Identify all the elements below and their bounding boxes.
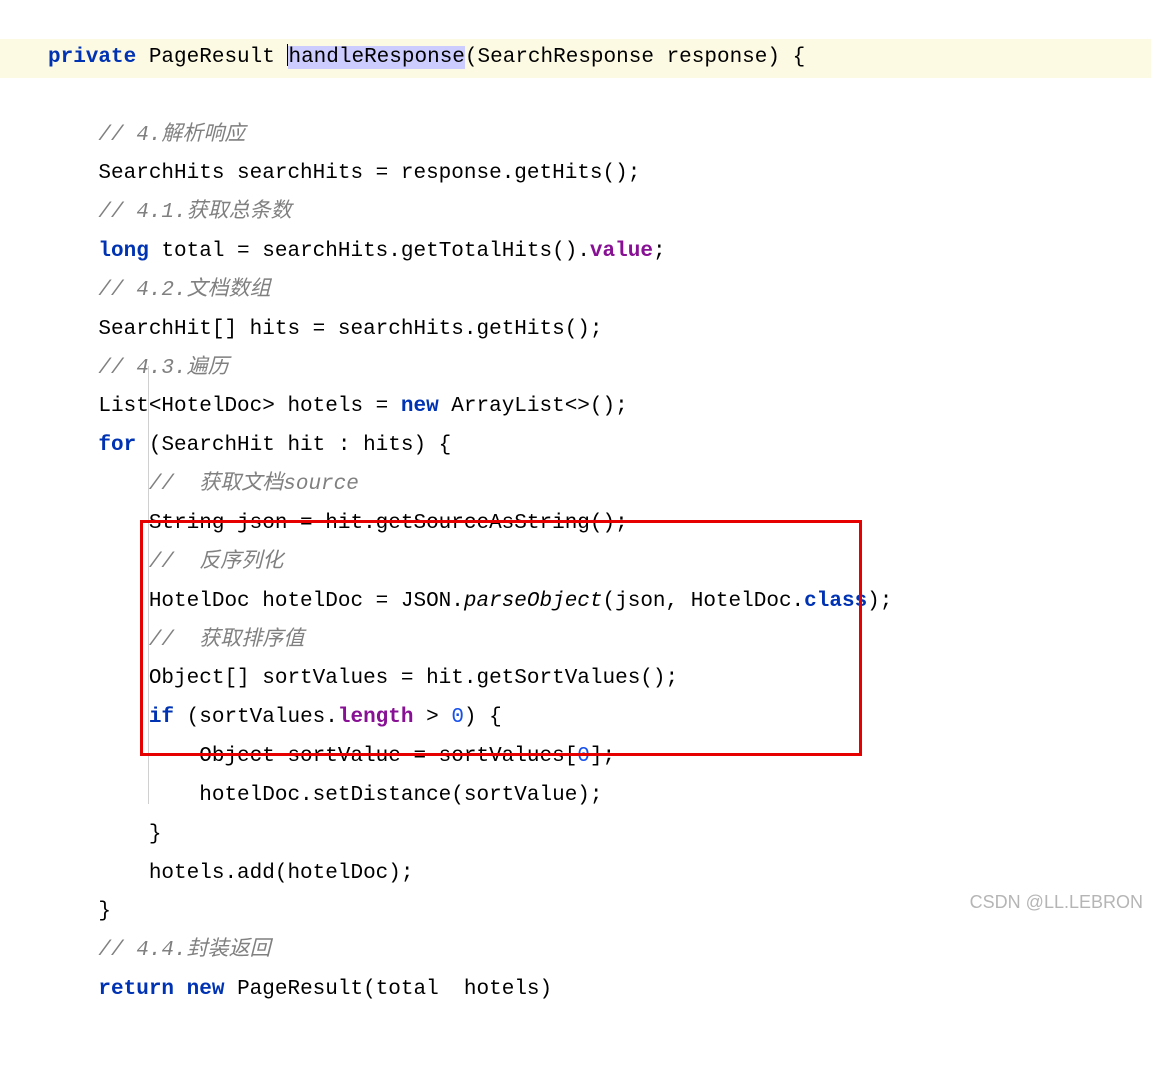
code-fragment: ; <box>653 240 666 263</box>
comment-line: // 获取文档source <box>149 473 359 496</box>
code-fragment: (SearchHit hit : hits) { <box>136 434 451 457</box>
keyword-new: new <box>187 978 225 1001</box>
code-line: hotels.add(hotelDoc); <box>149 862 414 885</box>
static-method: parseObject <box>464 590 603 613</box>
keyword-return: return <box>98 978 174 1001</box>
code-line: Object[] sortValues = hit.getSortValues(… <box>149 667 678 690</box>
keyword-class: class <box>804 590 867 613</box>
code-fragment: ); <box>867 590 892 613</box>
number-literal: 0 <box>577 745 590 768</box>
fold-guide-line <box>148 366 149 804</box>
code-fragment: (sortValues. <box>174 706 338 729</box>
code-fragment: > <box>414 706 452 729</box>
param-type: SearchResponse <box>478 46 654 69</box>
brace-open: { <box>793 46 806 69</box>
number-literal: 0 <box>451 706 464 729</box>
code-fragment: ]; <box>590 745 615 768</box>
code-fragment: HotelDoc hotelDoc = JSON. <box>149 590 464 613</box>
comment-line: // 4.3.遍历 <box>98 357 228 380</box>
field-value: value <box>590 240 653 263</box>
keyword-long: long <box>98 240 148 263</box>
comment-line: // 4.1.获取总条数 <box>98 201 291 224</box>
modifier-keyword: private <box>48 46 136 69</box>
keyword-for: for <box>98 434 136 457</box>
comment-line: // 4.解析响应 <box>98 124 245 147</box>
code-fragment: List<HotelDoc> hotels = <box>98 395 400 418</box>
code-fragment: Object sortValue = sortValues[ <box>199 745 577 768</box>
watermark-text: CSDN @LL.LEBRON <box>970 886 1143 919</box>
return-type: PageResult <box>149 46 275 69</box>
code-fragment: ) { <box>464 706 502 729</box>
code-fragment: total = searchHits.getTotalHits(). <box>149 240 590 263</box>
code-editor[interactable]: private PageResult handleResponse (Search… <box>0 0 1151 1088</box>
comment-line: // 4.2.文档数组 <box>98 279 270 302</box>
param-name: response <box>667 46 768 69</box>
keyword-if: if <box>149 706 174 729</box>
comment-line: // 4.4.封装返回 <box>98 939 270 962</box>
code-fragment: ArrayList<>(); <box>439 395 628 418</box>
field-length: length <box>338 706 414 729</box>
brace-close: } <box>98 900 111 923</box>
keyword-new: new <box>401 395 439 418</box>
code-line: SearchHit[] hits = searchHits.getHits(); <box>98 318 602 341</box>
code-line: hotelDoc.setDistance(sortValue); <box>199 784 602 807</box>
method-signature-line: private PageResult handleResponse(Search… <box>0 39 1151 78</box>
comment-line: // 获取排序值 <box>149 629 304 652</box>
comment-line: // 反序列化 <box>149 551 283 574</box>
code-line: String json = hit.getSourceAsString(); <box>149 512 628 535</box>
code-fragment <box>174 978 187 1001</box>
code-line: SearchHits searchHits = response.getHits… <box>98 162 640 185</box>
code-fragment: (json, HotelDoc. <box>603 590 805 613</box>
code-fragment: PageResult(total hotels) <box>224 978 552 1001</box>
method-name: handleResponse <box>288 46 464 69</box>
brace-close: } <box>149 823 162 846</box>
